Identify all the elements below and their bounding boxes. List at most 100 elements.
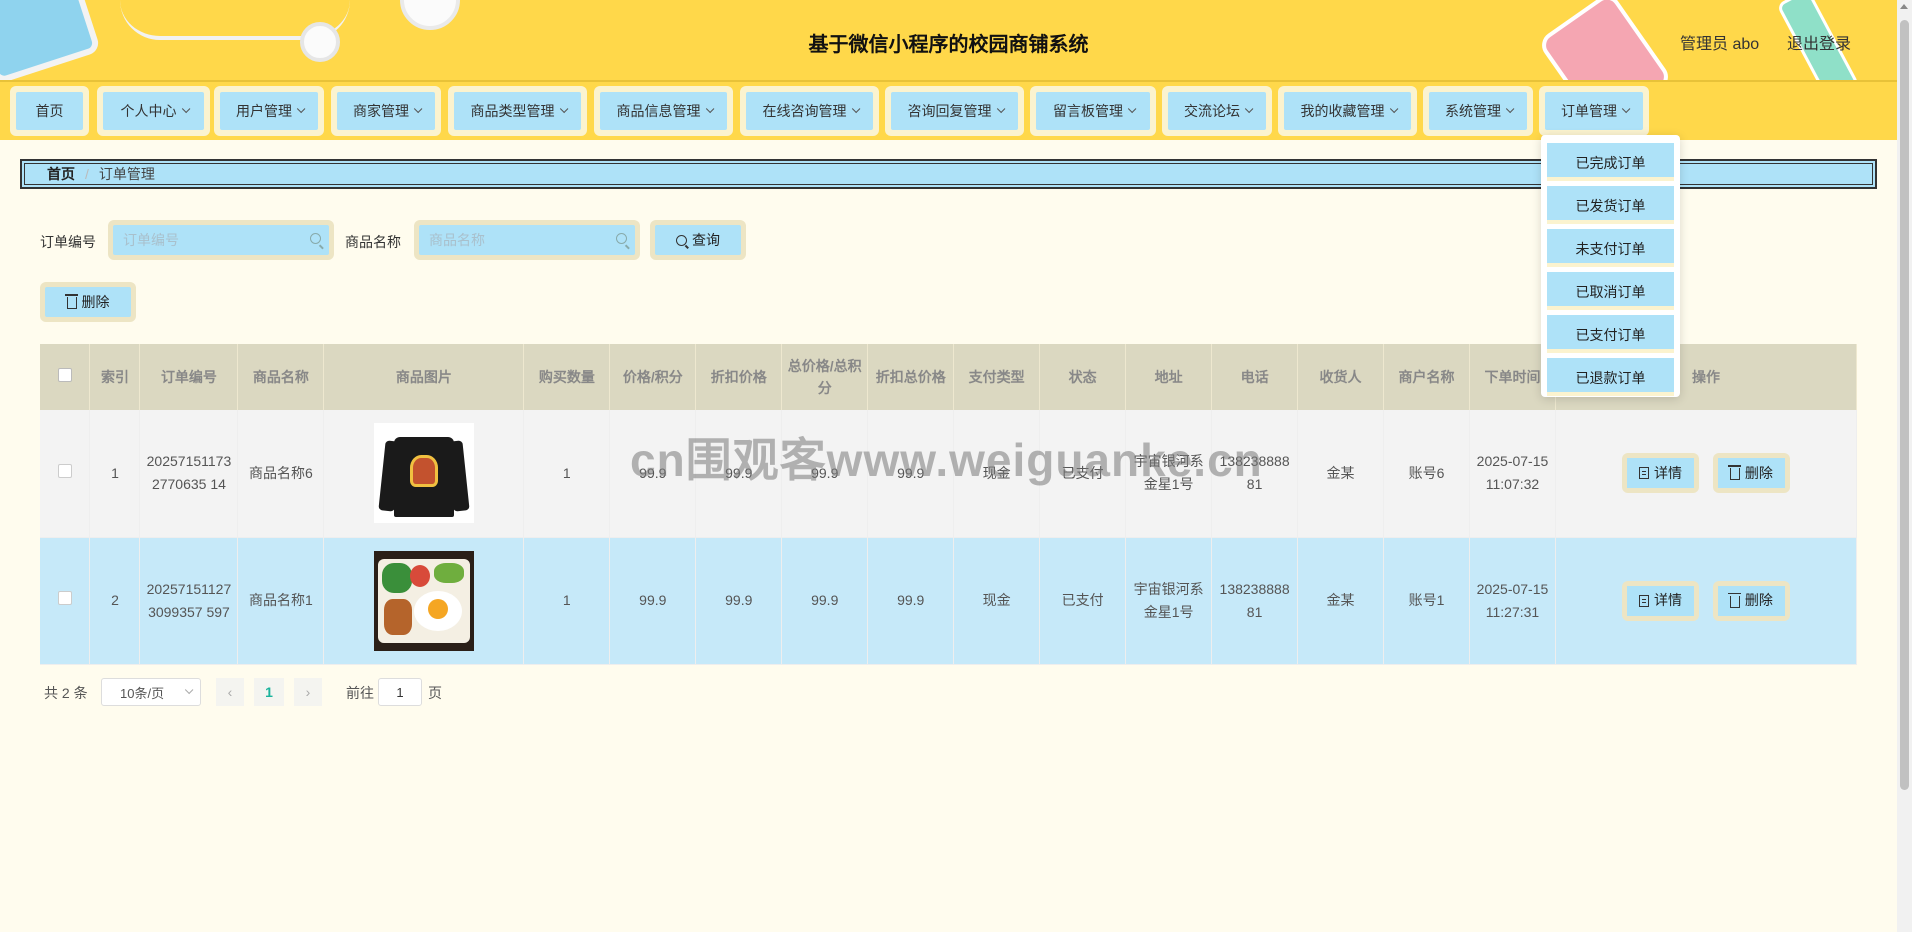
chevron-down-icon xyxy=(996,104,1005,114)
breadcrumb-home[interactable]: 首页 xyxy=(47,164,75,184)
nav-item-forum[interactable]: 交流论坛 xyxy=(1162,86,1272,136)
product-name-cell: 商品名称6 xyxy=(237,410,325,538)
chevron-down-icon xyxy=(181,104,190,114)
page-size-select[interactable]: 10条/页 xyxy=(101,678,201,706)
row-checkbox[interactable] xyxy=(57,463,72,478)
nav-item-label: 留言板管理 xyxy=(1053,103,1123,119)
total-cell: 99.9 xyxy=(781,537,869,665)
operations-cell: 详情 删除 xyxy=(1555,410,1858,538)
dropdown-item-completed-orders[interactable]: 已完成订单 xyxy=(1547,143,1674,181)
page-number-current[interactable]: 1 xyxy=(254,678,284,706)
select-all-checkbox[interactable] xyxy=(57,368,72,382)
query-button[interactable]: 查询 xyxy=(650,220,746,260)
chevron-down-icon xyxy=(413,104,423,114)
column-header: 订单编号 xyxy=(139,344,239,410)
discount-total-cell: 99.9 xyxy=(867,537,955,665)
header: 基于微信小程序的校园商铺系统 管理员 abo 退出登录 xyxy=(0,0,1897,80)
scroll-up-arrow-icon[interactable] xyxy=(1900,4,1908,9)
column-header: 折扣总价格 xyxy=(867,344,955,410)
nav-item-online-consult-management[interactable]: 在线咨询管理 xyxy=(740,86,879,136)
shirt-image xyxy=(373,423,474,524)
chevron-down-icon xyxy=(296,104,306,114)
merchant-cell: 账号6 xyxy=(1383,410,1470,538)
nav-item-order-management[interactable]: 订单管理 xyxy=(1539,86,1649,136)
address-cell: 宇宙银河系金星1号 xyxy=(1125,537,1213,665)
goto-page-input[interactable]: 1 xyxy=(378,678,422,706)
search-icon xyxy=(310,233,321,244)
order-no-cell: 202571511732770635 14 xyxy=(139,410,239,538)
page-size-value: 10条/页 xyxy=(120,685,165,701)
column-header: 商户名称 xyxy=(1383,344,1470,410)
delete-button-label: 删除 xyxy=(1744,464,1773,481)
nav-item-personal-center[interactable]: 个人中心 xyxy=(97,86,210,136)
column-header: 价格/积分 xyxy=(609,344,697,410)
order-no-input[interactable] xyxy=(123,232,319,248)
order-no-cell: 202571511273099357 597 xyxy=(139,537,239,665)
nav-item-consult-reply-management[interactable]: 咨询回复管理 xyxy=(885,86,1024,136)
delete-button-label: 删除 xyxy=(1744,592,1773,608)
next-page-button[interactable]: › xyxy=(294,678,322,706)
bulk-delete-button[interactable]: 删除 xyxy=(40,282,136,322)
product-name-input[interactable] xyxy=(429,232,625,248)
prev-page-button[interactable]: ‹ xyxy=(216,678,244,706)
address-cell: 宇宙银河系金星1号 xyxy=(1125,410,1213,538)
product-name-label: 商品名称 xyxy=(345,234,401,250)
document-icon xyxy=(1639,594,1650,607)
nav-item-label: 商品类型管理 xyxy=(470,103,555,119)
operations-cell: 详情 删除 xyxy=(1555,537,1858,665)
column-header: 电话 xyxy=(1211,344,1299,410)
chevron-down-icon xyxy=(1505,104,1515,114)
delete-button[interactable]: 删除 xyxy=(1712,580,1790,621)
nav-item-merchant-management[interactable]: 商家管理 xyxy=(331,86,441,136)
detail-button[interactable]: 详情 xyxy=(1622,453,1700,494)
nav-item-label: 咨询回复管理 xyxy=(907,103,992,119)
column-header: 收货人 xyxy=(1297,344,1385,410)
merchant-cell: 账号1 xyxy=(1383,537,1470,665)
headphone-decoration xyxy=(400,0,460,30)
select-all-cell xyxy=(40,344,91,410)
nav-item-label: 我的收藏管理 xyxy=(1300,103,1385,119)
nav-item-label: 订单管理 xyxy=(1561,103,1617,119)
index-cell: 1 xyxy=(89,410,141,538)
nav-item-message-board-management[interactable]: 留言板管理 xyxy=(1030,86,1156,136)
chevron-down-icon xyxy=(1127,104,1137,114)
current-user: 管理员 abo xyxy=(1680,36,1760,53)
chevron-down-icon xyxy=(184,685,194,695)
row-checkbox[interactable] xyxy=(57,591,72,605)
nav-item-home[interactable]: 首页 xyxy=(10,86,89,136)
breadcrumb-separator: / xyxy=(85,166,89,182)
table-row[interactable]: 1 202571511732770635 14 商品名称6 1 99.9 99.… xyxy=(40,410,1858,538)
nav-item-favorites-management[interactable]: 我的收藏管理 xyxy=(1278,86,1417,136)
dropdown-item-cancelled-orders[interactable]: 已取消订单 xyxy=(1547,272,1674,310)
dropdown-item-refunded-orders[interactable]: 已退款订单 xyxy=(1547,358,1674,396)
delete-button[interactable]: 删除 xyxy=(1712,453,1790,494)
pay-type-cell: 现金 xyxy=(953,410,1041,538)
nav-item-label: 商家管理 xyxy=(353,103,409,119)
price-cell: 99.9 xyxy=(609,410,697,538)
product-image-cell xyxy=(323,537,525,665)
dropdown-item-shipped-orders[interactable]: 已发货订单 xyxy=(1547,186,1674,224)
column-header: 购买数量 xyxy=(523,344,611,410)
nav-item-product-info-management[interactable]: 商品信息管理 xyxy=(594,86,733,136)
nav-item-user-management[interactable]: 用户管理 xyxy=(214,86,324,136)
order-time-cell: 2025-07-15 11:27:31 xyxy=(1469,537,1556,665)
discount-price-cell: 99.9 xyxy=(695,537,783,665)
scrollbar-thumb[interactable] xyxy=(1900,20,1909,790)
nav-item-product-type-management[interactable]: 商品类型管理 xyxy=(448,86,587,136)
nav-item-label: 在线咨询管理 xyxy=(762,103,847,119)
table-row[interactable]: 2 202571511273099357 597 商品名称1 1 99.9 99… xyxy=(40,537,1858,665)
price-cell: 99.9 xyxy=(609,537,697,665)
detail-button[interactable]: 详情 xyxy=(1622,580,1700,621)
logout-link[interactable]: 退出登录 xyxy=(1787,30,1851,54)
query-button-label: 查询 xyxy=(692,232,720,248)
nav-item-label: 商品信息管理 xyxy=(616,103,701,119)
trash-icon xyxy=(64,294,78,309)
dropdown-item-paid-orders[interactable]: 已支付订单 xyxy=(1547,315,1674,353)
dropdown-item-unpaid-orders[interactable]: 未支付订单 xyxy=(1547,229,1674,267)
order-no-label: 订单编号 xyxy=(40,234,96,250)
nav-item-system-management[interactable]: 系统管理 xyxy=(1423,86,1533,136)
quantity-cell: 1 xyxy=(523,410,611,538)
chevron-down-icon xyxy=(1621,104,1631,114)
column-header: 商品图片 xyxy=(323,344,525,410)
status-cell: 已支付 xyxy=(1039,537,1127,665)
